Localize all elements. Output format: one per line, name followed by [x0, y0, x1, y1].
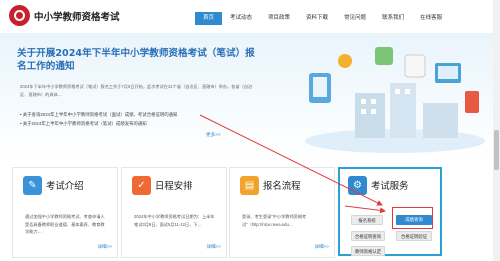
- main-nav: 首页 考试动态 项目政策 资料下载 常见问题 联系我们 在线客服: [195, 12, 450, 25]
- registration-system-button[interactable]: 报名系统: [351, 215, 383, 225]
- card-schedule: ✓ 日程安排 2024年中小学教师资格考试日期为：上半年笔试3月9日，面试5月1…: [121, 167, 227, 258]
- nav-item-contact[interactable]: 联系我们: [374, 12, 412, 25]
- card-registration-process: ▤ 报名流程 登录、考生登录“中小学教师资格考试”（http://ntce.ne…: [229, 167, 335, 258]
- scrollbar-thumb[interactable]: [494, 130, 499, 170]
- document-icon: ▤: [240, 176, 259, 195]
- hero-description: 2024年下半年中小学教师资格考试（笔试）报名工作于7月5日开始，此次考试在31…: [20, 84, 253, 97]
- nav-item-home[interactable]: 首页: [195, 12, 223, 25]
- nav-item-downloads[interactable]: 资料下载: [298, 12, 336, 25]
- teacher-certification-button[interactable]: 教师资格认定: [351, 246, 385, 256]
- card-title[interactable]: 报名流程: [263, 178, 301, 192]
- news-item[interactable]: 关于查询2024年上半年中小学教师资格考试（面试）成绩、考试合格证明的通知: [20, 110, 270, 119]
- service-icon: ⚙: [348, 176, 367, 195]
- highlight-box: [392, 207, 433, 229]
- nav-item-faq[interactable]: 常见问题: [336, 12, 374, 25]
- card-detail-link[interactable]: 详细>>: [97, 244, 112, 250]
- card-title[interactable]: 考试介绍: [46, 178, 84, 192]
- certificate-verify-button[interactable]: 合格证明验证: [396, 231, 432, 241]
- chat-icon: ✎: [23, 176, 42, 195]
- card-title[interactable]: 日程安排: [155, 178, 193, 192]
- card-text: 通过加强中小学教师资格考试、考查申请人是否具备教师职业道德、基本素养、教育教学能…: [25, 214, 105, 234]
- hero-more-link[interactable]: 更多>>: [206, 132, 221, 138]
- card-text: 2024年中小学教师资格考试日期为：上半年笔试3月9日，面试5月11-12日，下…: [134, 214, 215, 227]
- nav-item-policy[interactable]: 项目政策: [260, 12, 298, 25]
- card-text: 登录、考生登录“中小学教师资格考试”（http://ntce.neea.edu…: [242, 214, 307, 227]
- site-header: 中小学教师资格考试 首页 考试动态 项目政策 资料下载 常见问题 联系我们 在线…: [0, 0, 500, 34]
- news-list: 关于查询2024年上半年中小学教师资格考试（面试）成绩、考试合格证明的通知 关于…: [20, 110, 270, 128]
- nav-item-online-service[interactable]: 在线客服: [412, 12, 450, 25]
- card-detail-link[interactable]: 详细>>: [206, 244, 221, 250]
- site-title: 中小学教师资格考试: [34, 11, 120, 23]
- certificate-query-button[interactable]: 合格证明查询: [351, 231, 385, 241]
- hero-title[interactable]: 关于开展2024年下半年中小学教师资格考试（笔试）报名工作的通知: [17, 47, 255, 73]
- service-title: 考试服务: [371, 181, 409, 192]
- page-scrollbar[interactable]: [493, 0, 500, 261]
- card-exam-intro: ✎ 考试介绍 通过加强中小学教师资格考试、考查申请人是否具备教师职业道德、基本素…: [12, 167, 118, 258]
- hero-illustration: [305, 47, 485, 153]
- calendar-icon: ✓: [132, 176, 151, 195]
- card-detail-link[interactable]: 详细>>: [314, 244, 329, 250]
- logo-icon: [9, 5, 30, 26]
- nav-item-news[interactable]: 考试动态: [222, 12, 260, 25]
- site-logo[interactable]: 中小学教师资格考试: [9, 5, 120, 26]
- hero-banner: 关于开展2024年下半年中小学教师资格考试（笔试）报名工作的通知 2024年下半…: [0, 33, 500, 158]
- news-item[interactable]: 关于2024年上半年中小学教师资格考试（笔试）成绩发布的通知: [20, 119, 270, 128]
